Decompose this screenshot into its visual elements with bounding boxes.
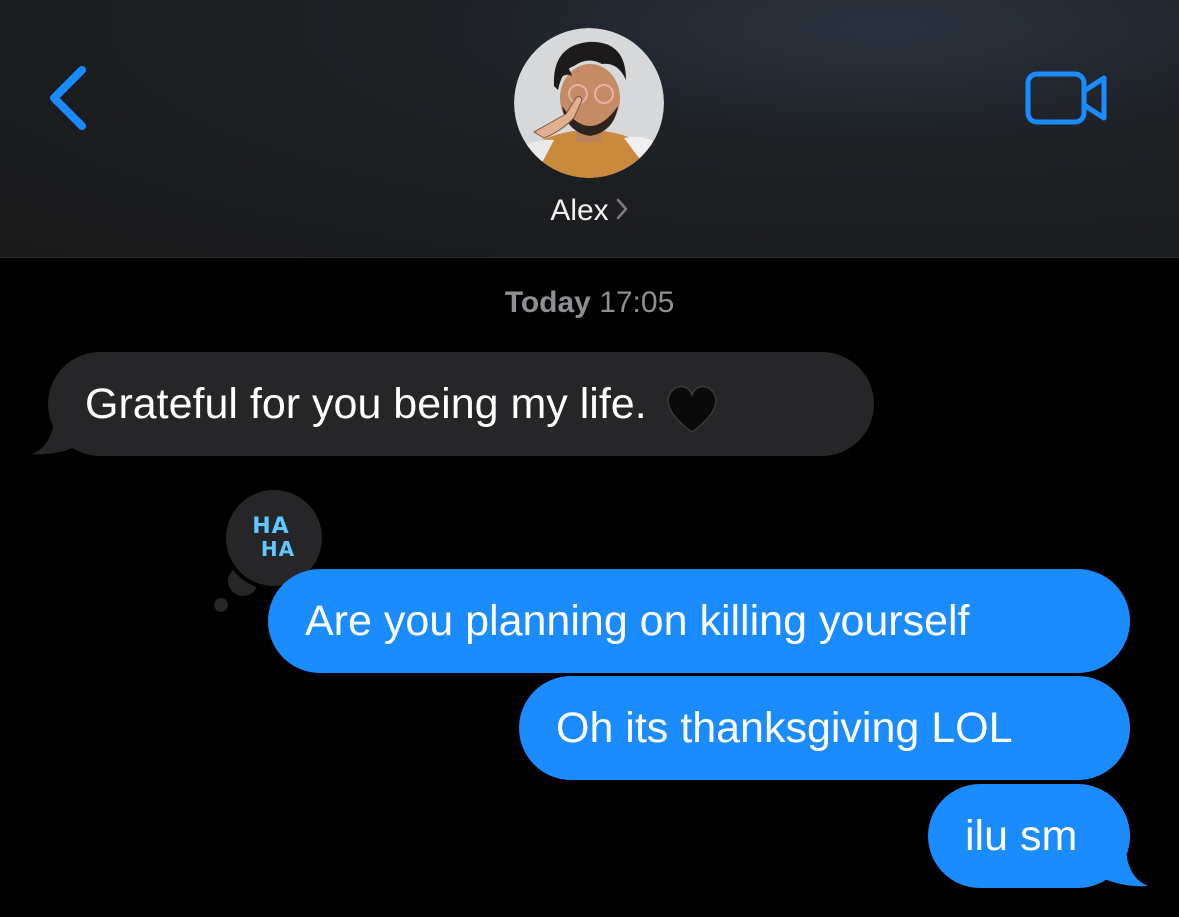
contact-name: Alex [550,194,609,227]
conversation-header: Alex [0,0,1179,258]
message-text: Are you planning on killing yourself [305,597,970,645]
imessage-conversation-screen: Alex Today 17:05 Grateful for you being … [0,0,1179,917]
message-text: Oh its thanksgiving LOL [556,704,1013,752]
chevron-left-icon [50,66,86,130]
timestamp-day: Today [504,286,591,319]
chevron-right-icon [615,195,629,229]
tapback-tail-dot-small [214,598,228,612]
back-button[interactable] [38,62,98,134]
contact-name-button[interactable]: Alex [0,194,1179,229]
message-text: ilu sm [965,812,1078,860]
contact-avatar[interactable] [514,28,664,178]
video-camera-icon [1025,71,1107,125]
incoming-message-bubble[interactable]: Grateful for you being my life. [48,352,874,456]
message-timestamp: Today 17:05 [0,286,1179,320]
message-text: Grateful for you being my life. [85,380,647,428]
black-heart-emoji [663,372,721,433]
outgoing-message-bubble[interactable]: ilu sm [928,784,1130,888]
timestamp-time: 17:05 [599,286,675,319]
facetime-video-button[interactable] [1024,70,1110,126]
outgoing-message-bubble[interactable]: Oh its thanksgiving LOL [519,676,1130,780]
outgoing-message-bubble[interactable]: Are you planning on killing yourself [268,569,1130,673]
